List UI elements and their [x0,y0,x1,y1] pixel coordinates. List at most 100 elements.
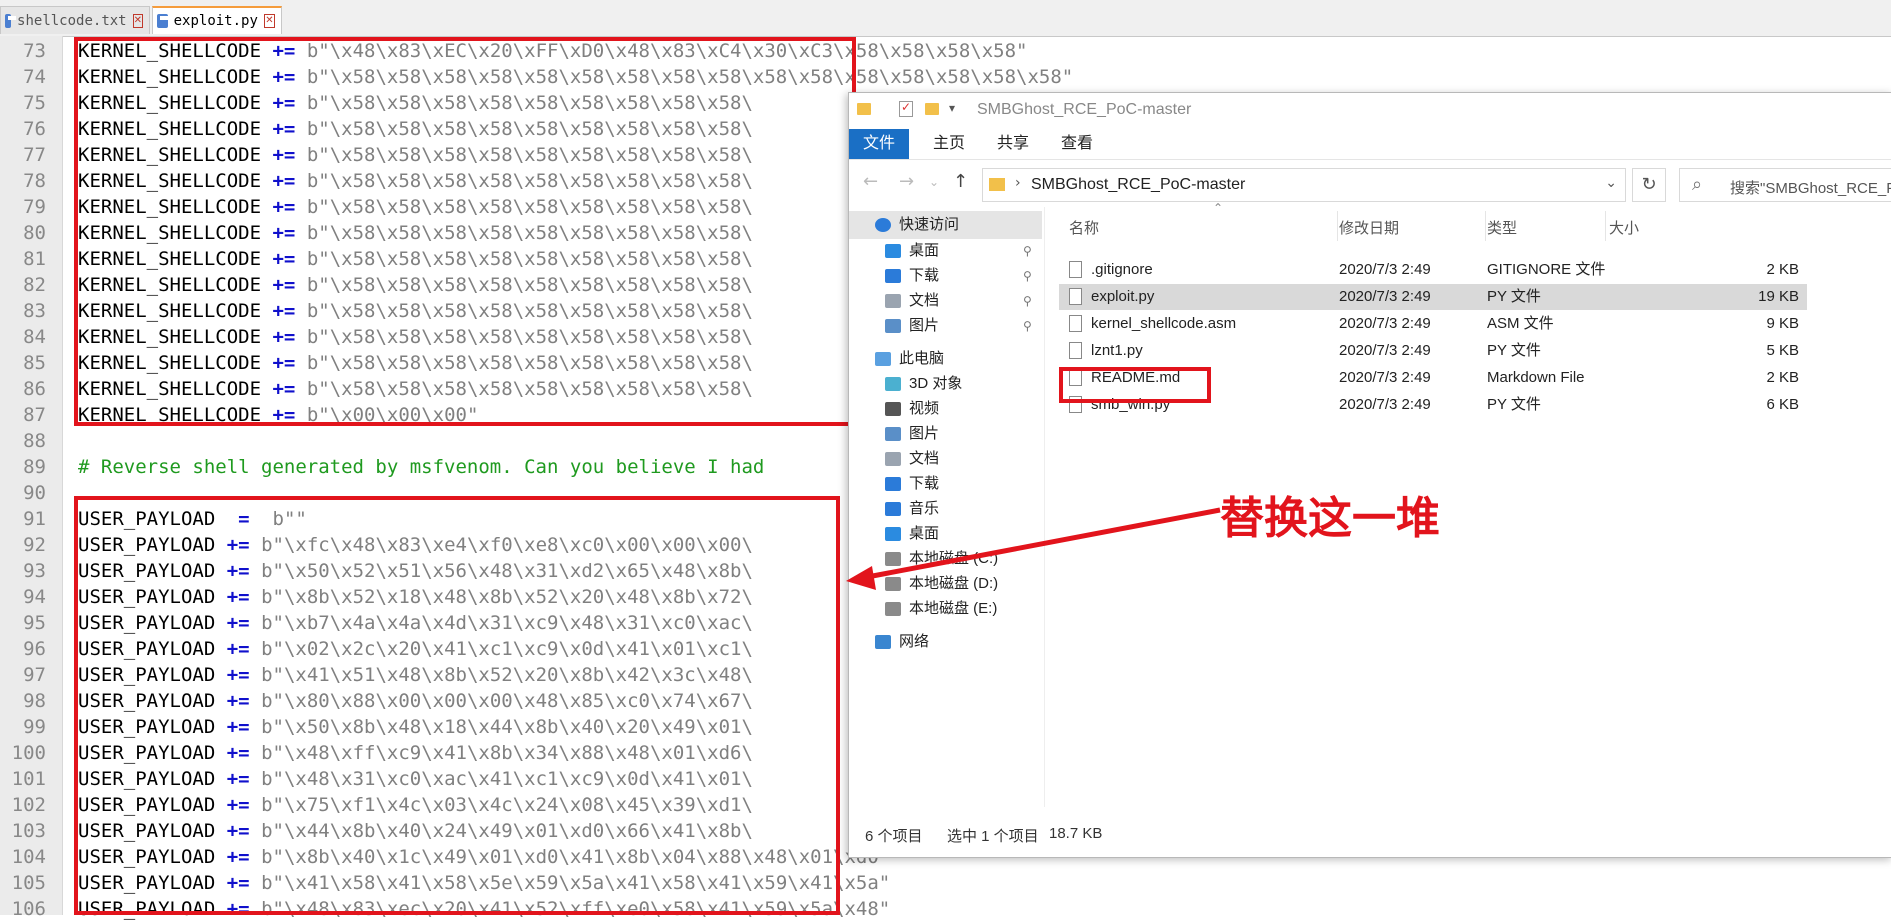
ribbon-tab-home[interactable]: 主页 [919,129,979,159]
column-header-type[interactable]: 类型 [1487,217,1517,238]
nav-item[interactable]: 图片 [849,420,1042,448]
chevron-right-icon[interactable]: › [1015,175,1021,191]
line-number: 105 [11,872,46,894]
close-icon[interactable]: ✕ [132,13,143,28]
explorer-title-bar: ▾ SMBGhost_RCE_PoC-master [849,93,1891,129]
pin-icon[interactable]: ⚲ [1023,287,1032,315]
pin-icon[interactable]: ⚲ [1023,237,1032,265]
file-date: 2020/7/3 2:49 [1339,261,1431,278]
column-divider[interactable] [1485,211,1486,241]
pc-icon [875,352,891,366]
code-text: # Reverse shell generated by msfvenom. C… [78,454,764,480]
nav-item[interactable]: 音乐 [849,495,1042,523]
file-name: exploit.py [1091,288,1155,305]
line-number: 104 [11,846,46,868]
column-header-name[interactable]: 名称 [1069,217,1099,238]
column-header-size[interactable]: 大小 [1609,217,1639,238]
documents-icon [885,294,901,308]
nav-item[interactable]: 桌面 [849,520,1042,548]
search-input[interactable]: ⌕ 搜索"SMBGhost_RCE_P [1679,168,1891,202]
nav-item[interactable]: 下载 ⚲ [849,262,1042,290]
ribbon-tabs: 文件 主页 共享 查看 [849,129,1891,160]
line-number: 79 [23,196,46,218]
line-number: 78 [23,170,46,192]
nav-item[interactable]: 快速访问 [849,211,1042,239]
file-row[interactable]: exploit.py 2020/7/3 2:49 PY 文件 19 KB [1059,284,1807,310]
file-name: lznt1.py [1091,342,1143,359]
file-date: 2020/7/3 2:49 [1339,396,1431,413]
new-folder-icon[interactable] [925,103,939,115]
search-icon: ⌕ [1692,174,1703,195]
nav-item[interactable]: 文档 [849,445,1042,473]
ribbon-tab-view[interactable]: 查看 [1047,129,1107,159]
line-number: 82 [23,274,46,296]
nav-item[interactable]: 文档 ⚲ [849,287,1042,315]
ribbon-tab-file[interactable]: 文件 [849,129,910,159]
file-row[interactable]: lznt1.py 2020/7/3 2:49 PY 文件 5 KB [1059,338,1807,364]
address-bar[interactable]: › SMBGhost_RCE_PoC-master ⌄ [982,168,1626,202]
line-number: 85 [23,352,46,374]
window-title: SMBGhost_RCE_PoC-master [977,101,1192,118]
tab-label: shellcode.txt [17,12,127,29]
ribbon-tab-share[interactable]: 共享 [983,129,1043,159]
properties-icon[interactable] [899,100,913,117]
documents-icon [885,452,901,466]
nav-item[interactable]: 图片 ⚲ [849,312,1042,340]
file-date: 2020/7/3 2:49 [1339,369,1431,386]
line-number: 83 [23,300,46,322]
column-divider[interactable] [1337,211,1338,241]
nav-item[interactable]: 桌面 ⚲ [849,237,1042,265]
chevron-down-icon[interactable]: ⌄ [1605,175,1617,191]
refresh-button[interactable]: ↻ [1632,168,1666,202]
line-number: 100 [11,742,46,764]
nav-item[interactable]: 本地磁盘 (E:) [849,595,1042,623]
nav-item[interactable]: 下载 [849,470,1042,498]
file-date: 2020/7/3 2:49 [1339,288,1431,305]
nav-item[interactable]: 网络 [849,628,1042,656]
file-type: PY 文件 [1487,288,1541,305]
drive-icon [885,552,901,566]
line-number: 80 [23,222,46,244]
column-divider[interactable] [1605,211,1606,241]
line-number: 92 [23,534,46,556]
nav-item[interactable]: 本地磁盘 (C:) [849,545,1042,573]
desktop-icon [885,244,901,258]
recent-locations-icon[interactable]: ⌄ [929,175,939,189]
nav-item[interactable]: 本地磁盘 (D:) [849,570,1042,598]
back-arrow-icon[interactable]: ← [863,171,878,192]
file-size: 6 KB [1766,396,1799,413]
3d-objects-icon [885,377,901,391]
file-row[interactable]: .gitignore 2020/7/3 2:49 GITIGNORE 文件 2 KB [1059,257,1807,283]
tab-shellcode-txt[interactable]: shellcode.txt ✕ [0,6,150,34]
nav-item-label: 本地磁盘 (D:) [909,575,999,592]
column-header-date[interactable]: 修改日期 [1339,217,1399,238]
nav-item-label: 文档 [909,292,940,309]
tab-exploit-py[interactable]: exploit.py ✕ [152,6,282,34]
file-size: 19 KB [1758,288,1799,305]
up-arrow-icon[interactable]: ↑ [953,171,968,192]
address-path: SMBGhost_RCE_PoC-master [1031,176,1246,193]
user-payload-highlight-box [74,496,840,915]
customize-quick-access-icon[interactable]: ▾ [949,101,955,115]
line-number: 96 [23,638,46,660]
pin-icon[interactable]: ⚲ [1023,312,1032,340]
address-row: ← → ⌄ ↑ › SMBGhost_RCE_PoC-master ⌄ ↻ ⌕ … [849,163,1891,207]
line-number: 95 [23,612,46,634]
close-icon[interactable]: ✕ [263,14,275,28]
refresh-icon: ↻ [1641,174,1657,195]
nav-item[interactable]: 视频 [849,395,1042,423]
nav-item-label: 音乐 [909,500,940,517]
file-explorer-window[interactable]: ▾ SMBGhost_RCE_PoC-master 文件 主页 共享 查看 ← … [848,92,1891,858]
file-date: 2020/7/3 2:49 [1339,315,1431,332]
kernel-shellcode-highlight-box [74,37,856,426]
code-comment: # Reverse shell generated by msfvenom. C… [78,456,765,478]
nav-item[interactable]: 3D 对象 [849,370,1042,398]
file-row[interactable]: kernel_shellcode.asm 2020/7/3 2:49 ASM 文件 9… [1059,311,1807,337]
nav-item[interactable]: 此电脑 [849,345,1042,373]
pin-icon[interactable]: ⚲ [1023,262,1032,290]
nav-item-label: 本地磁盘 (E:) [909,600,998,617]
nav-item-label: 网络 [899,633,930,650]
nav-item-label: 下载 [909,267,940,284]
line-number: 102 [11,794,46,816]
forward-arrow-icon[interactable]: → [899,171,914,192]
